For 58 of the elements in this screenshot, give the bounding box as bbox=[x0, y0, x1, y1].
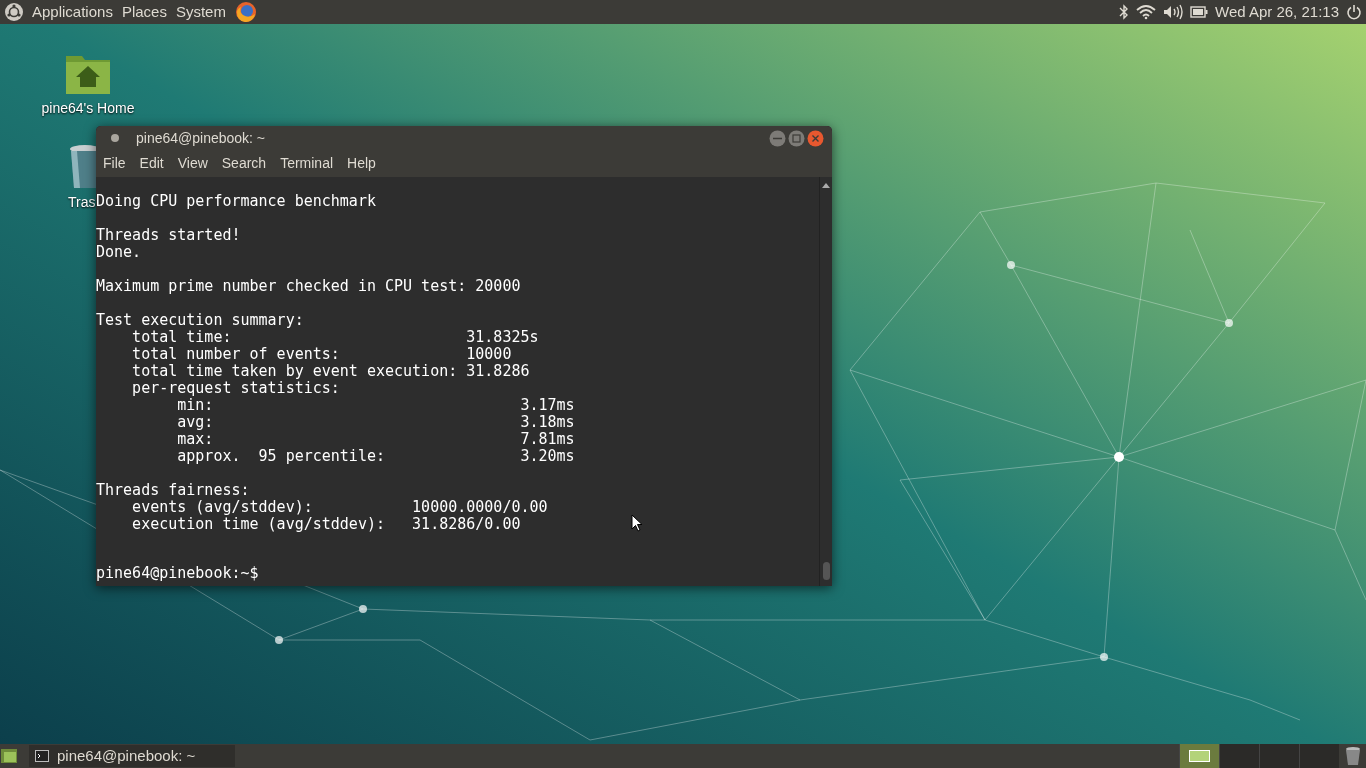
output-line: Maximum prime number checked in CPU test: 20000 bbox=[96, 277, 521, 295]
panel-menu[interactable]: System bbox=[175, 0, 226, 24]
workspace-switcher-cell[interactable] bbox=[1219, 744, 1259, 768]
output-line: max: 7.81ms bbox=[176, 430, 575, 448]
mouse-pointer-icon bbox=[631, 514, 643, 532]
scrollbar[interactable] bbox=[819, 177, 832, 586]
menu-item[interactable]: Help bbox=[347, 153, 376, 174]
wallpaper-node-dot bbox=[275, 636, 283, 644]
distro-logo-icon[interactable] bbox=[4, 2, 24, 22]
output-line: Done. bbox=[96, 243, 142, 261]
output-line: min: 3.17ms bbox=[176, 396, 575, 414]
output-line: avg: 3.18ms bbox=[176, 413, 575, 431]
workspace-switcher-cell[interactable] bbox=[1259, 744, 1299, 768]
wallpaper-node-dot bbox=[1225, 319, 1233, 327]
terminal-icon bbox=[35, 750, 49, 762]
output-line: total time taken by event execution: 31.8286 bbox=[131, 362, 530, 380]
scrollbar-thumb[interactable] bbox=[822, 562, 830, 580]
battery-icon[interactable] bbox=[1190, 6, 1208, 18]
shell-prompt: pine64@pinebook:~$ bbox=[96, 565, 259, 582]
panel-menu[interactable]: Places bbox=[121, 0, 167, 24]
output-line: events (avg/stddev): 10000.0000/0.00 bbox=[131, 498, 548, 516]
wifi-icon[interactable] bbox=[1136, 4, 1156, 20]
menu-item[interactable]: Search bbox=[221, 153, 267, 174]
workspace-switcher-cell[interactable] bbox=[1299, 744, 1339, 768]
wallpaper-node-dot bbox=[1007, 261, 1015, 269]
output-line: total number of events: 10000 bbox=[131, 345, 512, 363]
maximize-button[interactable] bbox=[788, 129, 805, 147]
panel-menu[interactable]: Applications bbox=[32, 0, 113, 24]
menu-item[interactable]: File bbox=[103, 153, 126, 174]
wallpaper-node-dot bbox=[359, 605, 367, 613]
window-title: pine64@pinebook: ~ bbox=[136, 128, 266, 148]
taskbar-window-button[interactable]: pine64@pinebook: ~ bbox=[29, 745, 235, 767]
close-button[interactable] bbox=[807, 129, 824, 147]
workspace-switcher-cell[interactable] bbox=[1179, 744, 1219, 768]
trash-applet-icon[interactable] bbox=[1345, 746, 1361, 766]
menu-item[interactable]: View bbox=[177, 153, 208, 174]
output-line: per-request statistics: bbox=[131, 379, 340, 397]
output-line: approx. 95 percentile: 3.20ms bbox=[176, 447, 575, 465]
desktop-icon-label[interactable]: pine64's Home bbox=[41, 98, 135, 119]
volume-icon[interactable] bbox=[1163, 4, 1183, 20]
output-line: execution time (avg/stddev): 31.8286/0.00 bbox=[131, 515, 521, 533]
output-line: Doing CPU performance benchmark bbox=[96, 192, 376, 210]
menu-item[interactable]: Terminal bbox=[280, 153, 334, 174]
browser-launcher-icon[interactable] bbox=[234, 1, 257, 23]
desktop-icon-label[interactable]: Tras bbox=[68, 192, 96, 213]
wallpaper-node-dot bbox=[1114, 452, 1124, 462]
output-line: Threads fairness: bbox=[96, 481, 250, 499]
output-line: Threads started! bbox=[96, 226, 241, 244]
power-icon[interactable] bbox=[1346, 4, 1362, 20]
minimize-button[interactable] bbox=[769, 129, 786, 147]
clock[interactable]: Wed Apr 26, 21:13 bbox=[1215, 0, 1339, 24]
window-menu-icon[interactable] bbox=[110, 133, 120, 143]
bluetooth-icon[interactable] bbox=[1119, 4, 1129, 20]
output-line: total time: 31.8325s bbox=[131, 328, 539, 346]
menu-item[interactable]: Edit bbox=[139, 153, 164, 174]
wallpaper-node-dot bbox=[1100, 653, 1108, 661]
scroll-up-icon[interactable] bbox=[822, 182, 830, 188]
output-line: Test execution summary: bbox=[96, 311, 304, 329]
